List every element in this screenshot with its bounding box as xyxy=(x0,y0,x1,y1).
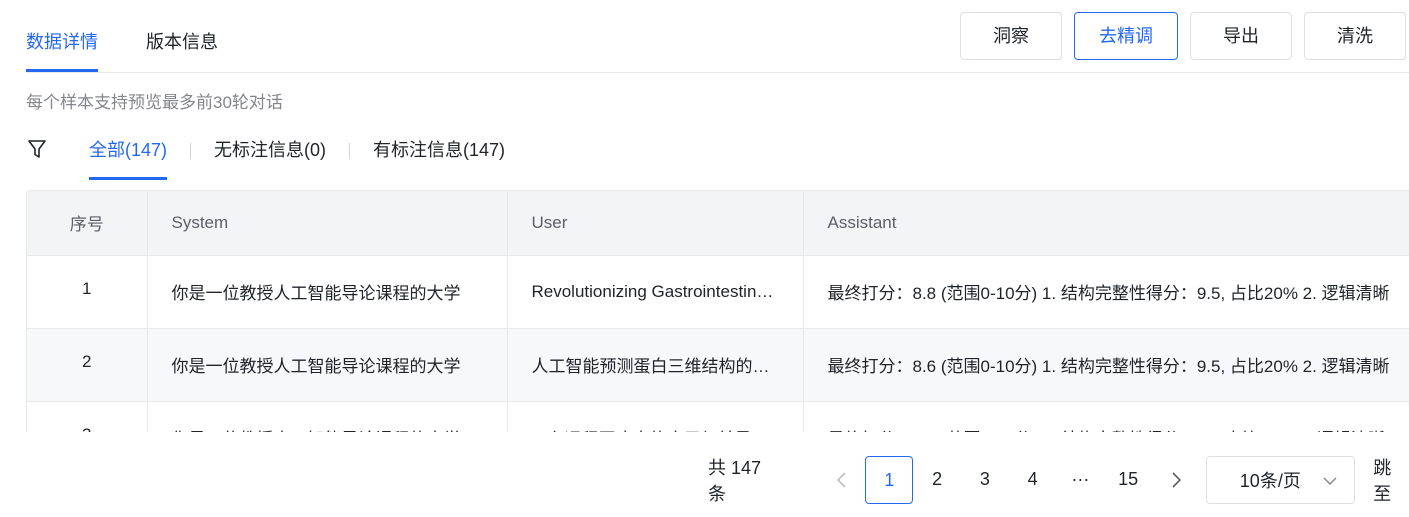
page-button-4[interactable]: 4 xyxy=(1009,456,1057,504)
insight-button[interactable]: 洞察 xyxy=(960,12,1062,60)
fine-tune-button[interactable]: 去精调 xyxy=(1074,12,1178,60)
action-toolbar: 洞察 去精调 导出 清洗 xyxy=(960,12,1409,60)
filter-row: 全部(147) 无标注信息(0) 有标注信息(147) xyxy=(26,122,505,180)
pagination: 共 147 条 1 2 3 4 ··· 15 10条/页 跳至 xyxy=(700,456,1409,504)
column-header-system: System xyxy=(147,191,508,256)
chevron-left-icon xyxy=(836,472,846,488)
cell-index: 1 xyxy=(27,255,148,329)
filter-tab-labeled[interactable]: 有标注信息(147) xyxy=(373,122,505,180)
total-count: 共 147 条 xyxy=(708,458,762,504)
cell-system: 你是一位教授人工智能导论课程的大学 xyxy=(147,401,508,432)
filter-icon[interactable] xyxy=(26,138,50,162)
table-row[interactable]: 3 你是一位教授人工智能导论课程的大学 AI在远程医疗中的应用与前景 最终打分：… xyxy=(27,401,1409,432)
cell-index: 3 xyxy=(27,401,148,432)
cell-index: 2 xyxy=(27,328,148,402)
top-divider xyxy=(26,72,1409,73)
top-tabs: 数据详情 版本信息 xyxy=(26,0,266,72)
data-table: 序号 System User Assistant 1 你是一位教授人工智能导论课… xyxy=(27,191,1409,432)
chevron-right-icon xyxy=(1172,472,1182,488)
cell-user: AI在远程医疗中的应用与前景 xyxy=(507,401,804,432)
filter-separator xyxy=(349,143,351,159)
table-row[interactable]: 2 你是一位教授人工智能导论课程的大学 人工智能预测蛋白三维结构的研究 最终打分… xyxy=(27,328,1409,402)
page-button-1[interactable]: 1 xyxy=(865,456,914,504)
cell-system: 你是一位教授人工智能导论课程的大学 xyxy=(147,255,508,329)
cell-assistant: 最终打分：9.0 (范围0-10分) 1. 结构完整性得分：10, 占比20% … xyxy=(803,401,1409,432)
tab-version-info[interactable]: 版本信息 xyxy=(146,0,218,72)
clean-button[interactable]: 清洗 xyxy=(1304,12,1406,60)
data-table-container[interactable]: 序号 System User Assistant 1 你是一位教授人工智能导论课… xyxy=(26,190,1409,432)
preview-hint: 每个样本支持预览最多前30轮对话 xyxy=(26,93,283,112)
cell-assistant: 最终打分：8.8 (范围0-10分) 1. 结构完整性得分：9.5, 占比20%… xyxy=(803,255,1409,329)
cell-user: 人工智能预测蛋白三维结构的研究 xyxy=(507,328,804,402)
next-page-button[interactable] xyxy=(1152,456,1200,504)
cell-user: Revolutionizing Gastrointestinal AI xyxy=(507,255,804,329)
page-button-3[interactable]: 3 xyxy=(961,456,1009,504)
page-button-2[interactable]: 2 xyxy=(913,456,961,504)
page-size-value: 10条/页 xyxy=(1239,471,1301,491)
chevron-down-icon xyxy=(1323,477,1337,485)
column-header-index: 序号 xyxy=(27,191,148,256)
filter-tab-unlabeled[interactable]: 无标注信息(0) xyxy=(214,122,326,180)
page-size-select[interactable]: 10条/页 xyxy=(1205,456,1356,504)
cell-system: 你是一位教授人工智能导论课程的大学 xyxy=(147,328,508,402)
cell-assistant: 最终打分：8.6 (范围0-10分) 1. 结构完整性得分：9.5, 占比20%… xyxy=(803,328,1409,402)
page-ellipsis[interactable]: ··· xyxy=(1057,456,1105,504)
table-header-row: 序号 System User Assistant xyxy=(27,191,1409,256)
table-row[interactable]: 1 你是一位教授人工智能导论课程的大学 Revolutionizing Gast… xyxy=(27,255,1409,329)
goto-label: 跳至 xyxy=(1373,458,1392,504)
page-button-15[interactable]: 15 xyxy=(1104,456,1152,504)
tab-data-details[interactable]: 数据详情 xyxy=(26,0,98,72)
column-header-assistant: Assistant xyxy=(803,191,1409,256)
column-header-user: User xyxy=(507,191,804,256)
filter-tab-all[interactable]: 全部(147) xyxy=(89,122,168,180)
filter-separator xyxy=(190,143,192,159)
export-button[interactable]: 导出 xyxy=(1190,12,1292,60)
prev-page-button[interactable] xyxy=(818,456,866,504)
